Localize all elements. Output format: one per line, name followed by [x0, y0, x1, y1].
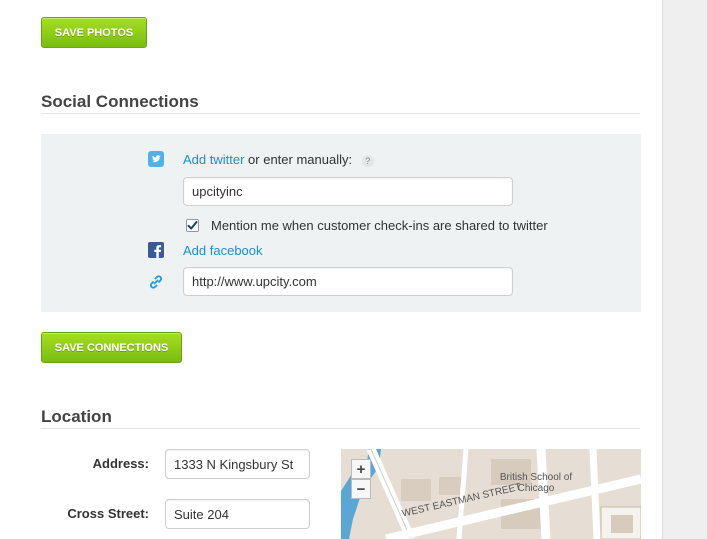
- address-input[interactable]: 1333 N Kingsbury St: [165, 449, 310, 479]
- twitter-icon: [148, 151, 164, 167]
- map-school-line1: British School of: [499, 472, 573, 483]
- location-title: Location: [41, 407, 112, 426]
- map-zoom-in-button[interactable]: +: [351, 459, 371, 479]
- section-divider: [41, 428, 640, 429]
- twitter-connect-row: Add twitter or enter manually: ?: [183, 152, 374, 167]
- mention-label: Mention me when customer check-ins are s…: [211, 218, 548, 233]
- cross-street-input[interactable]: Suite 204: [165, 499, 310, 529]
- mention-checkbox[interactable]: [186, 219, 199, 232]
- location-map[interactable]: British School of Chicago WEST EASTMAN S…: [341, 449, 641, 539]
- add-facebook-link[interactable]: Add facebook: [183, 243, 263, 258]
- help-icon[interactable]: ?: [361, 154, 374, 167]
- map-school-line2: Chicago: [517, 483, 555, 494]
- address-label: Address:: [92, 456, 149, 471]
- add-twitter-link[interactable]: Add twitter: [183, 152, 244, 167]
- cross-street-label: Cross Street:: [67, 506, 149, 521]
- website-url-input[interactable]: http://www.upcity.com: [183, 267, 513, 296]
- link-icon: [148, 274, 164, 290]
- settings-panel: SAVE PHOTOS Social Connections Add twitt…: [0, 0, 663, 539]
- social-connections-title: Social Connections: [41, 92, 199, 111]
- section-divider: [41, 113, 640, 114]
- map-zoom-out-button[interactable]: −: [351, 479, 371, 499]
- save-connections-button[interactable]: SAVE CONNECTIONS: [41, 332, 182, 363]
- checkmark-icon: [187, 221, 198, 230]
- facebook-icon: [148, 242, 164, 258]
- manual-entry-text: or enter manually:: [248, 152, 353, 167]
- save-photos-button[interactable]: SAVE PHOTOS: [41, 17, 147, 48]
- twitter-handle-input[interactable]: upcityinc: [183, 177, 513, 206]
